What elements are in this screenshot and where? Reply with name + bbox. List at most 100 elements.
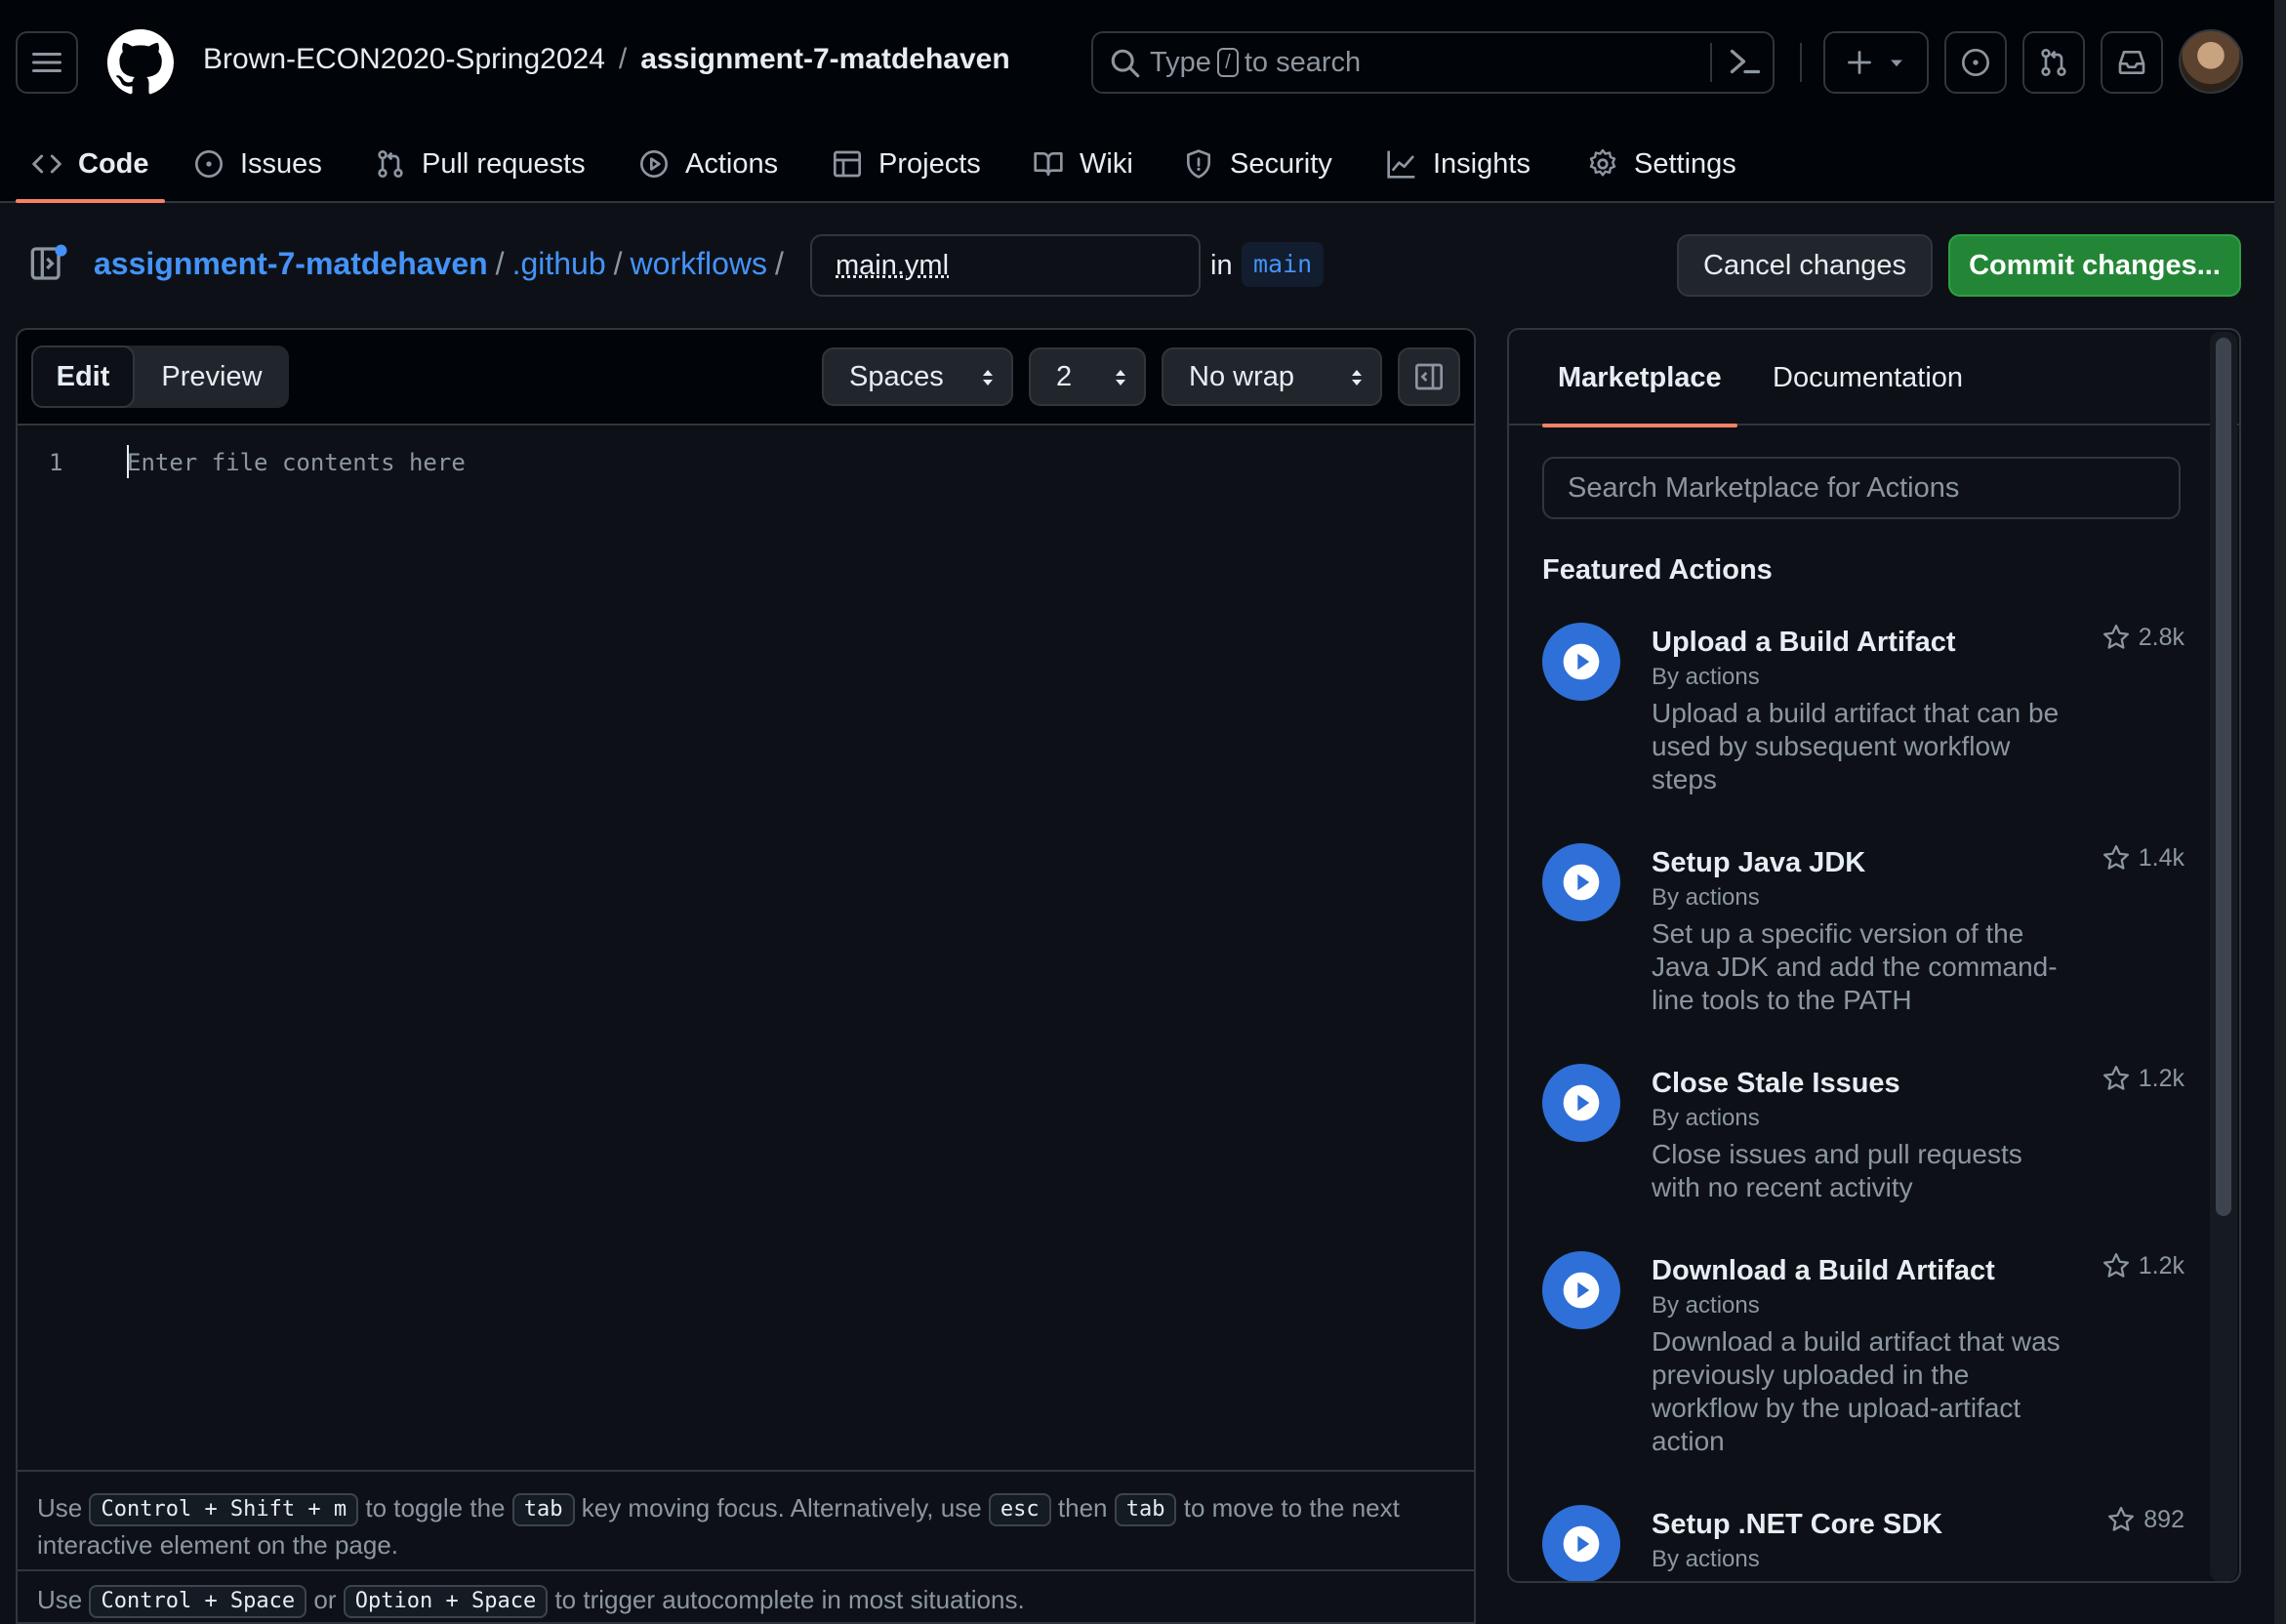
breadcrumb-separator: /	[613, 246, 623, 281]
indent-mode-value: Spaces	[849, 360, 944, 392]
code-editor: Edit Preview Spaces 2 No wrap 1 Enter fi…	[16, 328, 1476, 1624]
breadcrumb-github-dir-link[interactable]: .github	[512, 246, 606, 281]
tab-security[interactable]: Security	[1183, 125, 1332, 203]
tab-wiki[interactable]: Wiki	[1033, 125, 1133, 203]
star-count: 1.4k	[2138, 843, 2184, 872]
text-cursor	[127, 445, 129, 478]
search-hint-pre: Type	[1150, 46, 1211, 78]
tab-label: Security	[1230, 147, 1332, 180]
menu-button[interactable]	[16, 31, 78, 94]
branch-in-label: in	[1210, 250, 1233, 281]
shortcut-key: Control + Space	[89, 1585, 307, 1619]
action-name[interactable]: Upload a Build Artifact	[1652, 627, 1956, 659]
action-item[interactable]: Setup Java JDK By actions Set up a speci…	[1542, 843, 2184, 1038]
hint-text: to trigger autocomplete in most situatio…	[554, 1585, 1025, 1614]
create-new-button[interactable]	[1823, 31, 1929, 94]
action-author: By actions	[1652, 884, 1760, 911]
tab-code[interactable]: Code	[16, 125, 164, 203]
code-icon	[32, 154, 61, 174]
featured-actions-heading: Featured Actions	[1542, 554, 1773, 586]
filename-input[interactable]	[810, 234, 1201, 297]
search-hint-post: to search	[1244, 46, 1362, 78]
inbox-button[interactable]	[2101, 31, 2163, 94]
shortcut-key: tab	[1114, 1493, 1177, 1527]
cancel-changes-button[interactable]: Cancel changes	[1677, 234, 1933, 297]
issues-button[interactable]	[1944, 31, 2007, 94]
org-link[interactable]: Brown-ECON2020-Spring2024	[203, 43, 605, 75]
code-input-area[interactable]: 1 Enter file contents here	[18, 426, 1474, 1425]
action-name[interactable]: Setup Java JDK	[1652, 847, 1865, 879]
select-arrows-icon	[983, 370, 993, 386]
tab-issues[interactable]: Issues	[193, 125, 322, 203]
breadcrumb-workflows-dir-link[interactable]: workflows	[631, 246, 767, 281]
action-name[interactable]: Setup .NET Core SDK	[1652, 1509, 1942, 1541]
sidebar-scrollbar-thumb[interactable]	[2216, 338, 2231, 1216]
wrap-mode-select[interactable]: No wrap	[1162, 347, 1382, 406]
action-item[interactable]: Upload a Build Artifact By actions Uploa…	[1542, 623, 2184, 818]
star-count: 892	[2143, 1505, 2184, 1533]
action-item[interactable]: Download a Build Artifact By actions Dow…	[1542, 1251, 2184, 1476]
hint-text: to toggle the	[365, 1493, 506, 1522]
tab-settings[interactable]: Settings	[1587, 125, 1736, 203]
action-stars: 2.8k	[2102, 623, 2184, 652]
action-play-icon	[1542, 623, 1620, 701]
tab-label: Pull requests	[422, 147, 586, 180]
tab-label: Actions	[685, 147, 779, 180]
action-author: By actions	[1652, 1546, 1760, 1572]
command-palette-icon[interactable]	[1728, 45, 1763, 83]
github-logo-icon[interactable]	[107, 29, 174, 96]
action-item[interactable]: Close Stale Issues By actions Close issu…	[1542, 1064, 2184, 1230]
editor-placeholder: Enter file contents here	[127, 449, 466, 476]
action-item[interactable]: Setup .NET Core SDK By actions 892	[1542, 1505, 2184, 1581]
commit-changes-button[interactable]: Commit changes...	[1948, 234, 2241, 297]
tab-documentation[interactable]: Documentation	[1773, 330, 1963, 426]
shortcut-key: Control + Shift + m	[89, 1493, 359, 1527]
header-divider	[1800, 43, 1802, 82]
repo-path: Brown-ECON2020-Spring2024 / assignment-7-m…	[203, 43, 1010, 76]
star-icon	[2102, 625, 2129, 649]
tab-actions[interactable]: Actions	[638, 125, 778, 203]
global-header: Brown-ECON2020-Spring2024 / assignment-7-m…	[0, 0, 2286, 203]
star-icon	[2102, 1066, 2129, 1090]
file-tree-toggle-icon[interactable]	[29, 244, 68, 288]
indent-mode-select[interactable]: Spaces	[822, 347, 1013, 406]
shortcut-key: tab	[511, 1493, 575, 1527]
action-stars: 1.2k	[2102, 1064, 2184, 1093]
tab-projects[interactable]: Projects	[832, 125, 981, 203]
edit-mode-tab[interactable]: Edit	[31, 345, 135, 408]
hint-text: key moving focus. Alternatively, use	[581, 1493, 982, 1522]
action-stars: 1.4k	[2102, 843, 2184, 873]
tab-insights[interactable]: Insights	[1386, 125, 1531, 203]
pull-requests-button[interactable]	[2022, 31, 2085, 94]
issue-icon	[195, 150, 223, 178]
action-author: By actions	[1652, 1292, 1760, 1319]
select-arrows-icon	[1116, 370, 1125, 386]
user-avatar[interactable]	[2179, 29, 2243, 94]
breadcrumb-repo-link[interactable]: assignment-7-matdehaven	[94, 246, 488, 281]
search-icon	[1109, 47, 1142, 88]
tab-marketplace[interactable]: Marketplace	[1542, 330, 1737, 427]
select-arrows-icon	[1352, 370, 1362, 386]
action-author: By actions	[1652, 1105, 1760, 1131]
gear-icon	[1589, 148, 1616, 177]
window-scroll-edge	[2274, 0, 2286, 1624]
star-icon	[2108, 1507, 2135, 1531]
marketplace-search-input[interactable]	[1542, 457, 2181, 519]
marketplace-sidebar: Marketplace Documentation Featured Actio…	[1507, 328, 2241, 1583]
breadcrumb-separator: /	[775, 246, 784, 281]
hint-text: Use	[37, 1493, 83, 1522]
global-search[interactable]: Type / to search	[1091, 31, 1775, 94]
star-icon	[2102, 1253, 2129, 1278]
top-bar: Brown-ECON2020-Spring2024 / assignment-7-m…	[0, 0, 2286, 125]
action-name[interactable]: Close Stale Issues	[1652, 1068, 1900, 1100]
repo-link[interactable]: assignment-7-matdehaven	[640, 43, 1009, 75]
tab-label: Code	[78, 147, 149, 180]
indent-size-select[interactable]: 2	[1029, 347, 1146, 406]
toggle-sidebar-button[interactable]	[1398, 347, 1460, 406]
action-name[interactable]: Download a Build Artifact	[1652, 1255, 1995, 1287]
tab-pull-requests[interactable]: Pull requests	[375, 125, 586, 203]
action-play-icon	[1542, 843, 1620, 921]
preview-mode-tab[interactable]: Preview	[135, 345, 289, 408]
keyboard-hint-focus: Use Control + Shift + m to toggle the ta…	[18, 1470, 1474, 1569]
action-stars: 1.2k	[2102, 1251, 2184, 1280]
